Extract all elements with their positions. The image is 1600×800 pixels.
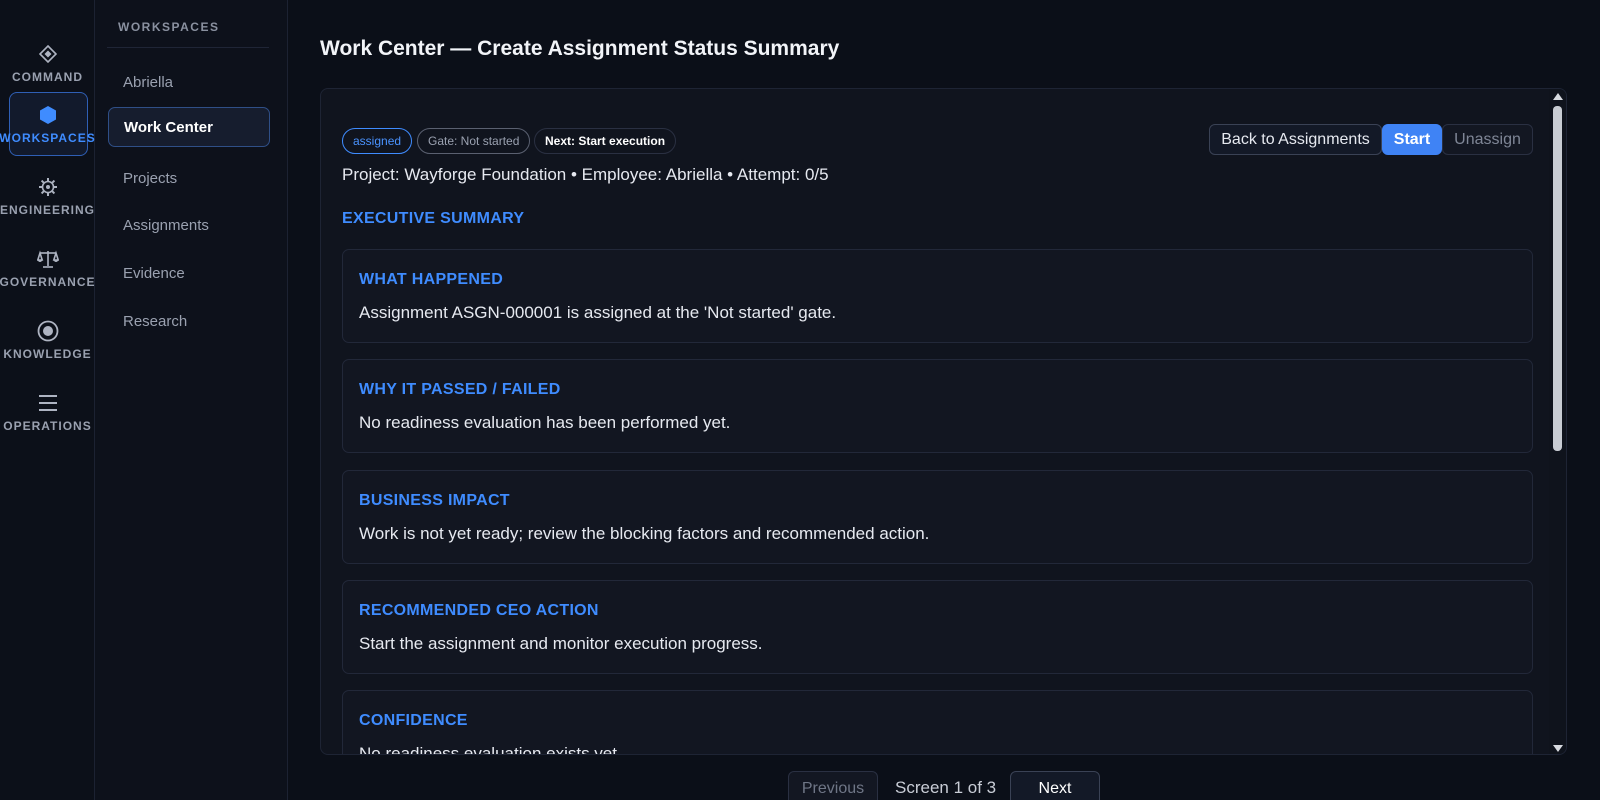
card-text: Start the assignment and monitor executi… [359, 634, 763, 653]
primary-rail: COMMAND WORKSPACES ENGINEERING GOVERNANC… [0, 0, 95, 800]
scroll-down-arrow-icon[interactable] [1553, 745, 1563, 752]
summary-card-confidence: CONFIDENCE No readiness evaluation exist… [342, 690, 1533, 755]
screen-pager: Previous Screen 1 of 3 Next [0, 771, 1600, 800]
unassign-button[interactable]: Unassign [1442, 124, 1533, 155]
previous-button[interactable]: Previous [788, 771, 878, 800]
card-title: WHY IT PASSED / FAILED [359, 381, 561, 398]
rail-item-label: COMMAND [12, 69, 83, 84]
workspaces-subnav: WORKSPACES Abriella Work Center Projects… [95, 0, 288, 800]
rail-item-workspaces[interactable]: WORKSPACES [0, 94, 95, 154]
action-group: Back to Assignments Start Unassign [1209, 124, 1533, 155]
start-button[interactable]: Start [1382, 124, 1442, 155]
summary-card-business-impact: BUSINESS IMPACT Work is not yet ready; r… [342, 470, 1533, 564]
panel-scrollbar[interactable] [1549, 89, 1566, 754]
summary-card-why-passed-failed: WHY IT PASSED / FAILED No readiness eval… [342, 359, 1533, 453]
card-title: CONFIDENCE [359, 712, 468, 729]
page-title: Work Center — Create Assignment Status S… [320, 37, 840, 60]
rail-item-label: GOVERNANCE [0, 274, 96, 289]
assignment-summary-panel: assigned Gate: Not started Next: Start e… [320, 88, 1567, 755]
back-to-assignments-button[interactable]: Back to Assignments [1209, 124, 1382, 155]
executive-summary-heading: EXECUTIVE SUMMARY [342, 210, 525, 227]
rail-item-label: OPERATIONS [3, 418, 92, 433]
summary-card-recommended-action: RECOMMENDED CEO ACTION Start the assignm… [342, 580, 1533, 674]
target-icon [37, 320, 59, 342]
scroll-thumb[interactable] [1553, 106, 1562, 451]
card-title: BUSINESS IMPACT [359, 492, 510, 509]
subnav-item-assignments[interactable]: Assignments [108, 205, 270, 245]
rail-item-label: WORKSPACES [0, 130, 96, 145]
next-button[interactable]: Next [1010, 771, 1100, 800]
subnav-title: WORKSPACES [118, 20, 220, 34]
rail-item-engineering[interactable]: ENGINEERING [0, 166, 95, 226]
rail-item-governance[interactable]: GOVERNANCE [0, 238, 95, 298]
panel-content: assigned Gate: Not started Next: Start e… [321, 89, 1551, 755]
screen-indicator: Screen 1 of 3 [895, 778, 997, 797]
rail-item-knowledge[interactable]: KNOWLEDGE [0, 310, 95, 370]
card-text: Assignment ASGN-000001 is assigned at th… [359, 303, 837, 322]
diamond-icon [38, 43, 57, 65]
gear-icon [38, 176, 58, 198]
subnav-divider [107, 47, 269, 48]
gate-badge: Gate: Not started [417, 128, 531, 154]
subnav-item-projects[interactable]: Projects [108, 158, 270, 198]
rail-item-command[interactable]: COMMAND [0, 33, 95, 93]
card-text: Work is not yet ready; review the blocki… [359, 524, 930, 543]
subnav-item-evidence[interactable]: Evidence [108, 253, 270, 293]
rail-item-label: ENGINEERING [0, 202, 96, 217]
assignment-meta: Project: Wayforge Foundation • Employee:… [342, 165, 829, 184]
subnav-item-abriella[interactable]: Abriella [108, 62, 270, 102]
subnav-item-work-center[interactable]: Work Center [108, 107, 270, 147]
card-title: RECOMMENDED CEO ACTION [359, 602, 599, 619]
subnav-item-research[interactable]: Research [108, 301, 270, 341]
summary-card-what-happened: WHAT HAPPENED Assignment ASGN-000001 is … [342, 249, 1533, 343]
scales-icon [36, 248, 59, 270]
rail-item-label: KNOWLEDGE [3, 346, 92, 361]
rail-item-operations[interactable]: OPERATIONS [0, 382, 95, 442]
hexagon-icon [39, 104, 57, 126]
menu-icon [38, 392, 58, 414]
card-title: WHAT HAPPENED [359, 271, 504, 288]
next-step-badge: Next: Start execution [534, 128, 677, 154]
status-badge: assigned [342, 128, 413, 154]
card-text: No readiness evaluation has been perform… [359, 413, 731, 432]
scroll-up-arrow-icon[interactable] [1553, 93, 1563, 100]
card-text: No readiness evaluation exists yet. [359, 744, 622, 755]
